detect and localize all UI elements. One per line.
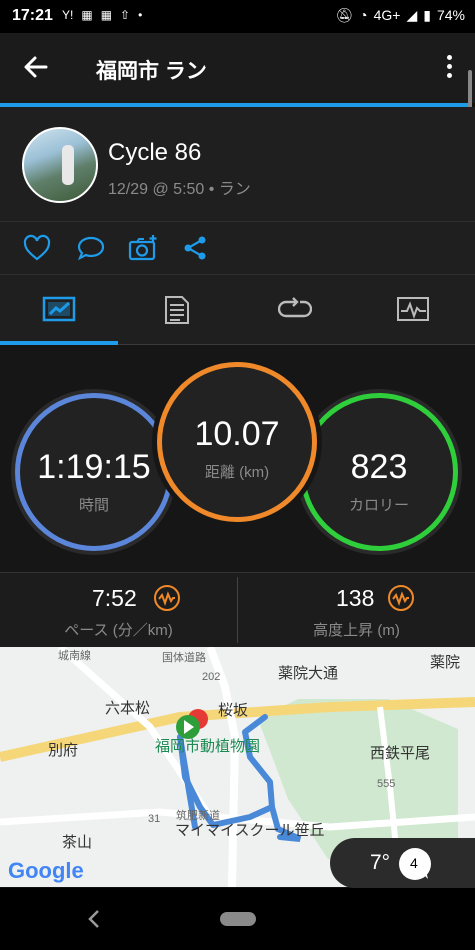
battery-icon: ▮ [423, 7, 431, 23]
distance-ring[interactable]: 10.07 距離 (km) [157, 362, 317, 522]
map-label: 薬院大通 [278, 665, 339, 682]
map-label: 薬院 [430, 654, 461, 671]
status-notifications: Y! ▦ ▦ ⇧ • [62, 8, 150, 22]
system-nav-bar [0, 888, 475, 950]
tab-bar [0, 275, 475, 345]
status-bar: 17:21 Y! ▦ ▦ ⇧ • 🔕︎ ◔ 4G+ ◢ ▮ 74% [0, 0, 475, 33]
mute-icon: 🔕︎ [335, 7, 354, 23]
pace-label: ペース (分／km) [64, 622, 173, 639]
summary-stats: 1:19:15 時間 823 カロリー 10.07 距離 (km) [0, 345, 475, 572]
y-news-icon: Y! [62, 8, 74, 22]
time-label: 時間 [78, 497, 109, 514]
comment-icon[interactable] [76, 234, 106, 262]
activity-meta: 12/29 @ 5:50 • ラン [108, 181, 251, 198]
pace-metric[interactable]: 7:52 ペース (分／km) [0, 573, 237, 647]
graph-icon [397, 297, 429, 321]
signal-icon: ◢ [406, 7, 418, 23]
map-label: 茶山 [62, 834, 93, 851]
elevation-metric[interactable]: 138 高度上昇 (m) [238, 573, 475, 647]
tab-laps[interactable] [236, 275, 354, 345]
map-label: 西鉄平尾 [370, 745, 431, 762]
laps-icon [278, 297, 312, 318]
map-label: 別府 [48, 742, 79, 759]
google-logo: Google [8, 858, 84, 883]
action-bar [0, 222, 475, 274]
map-label: 桜坂 [218, 702, 249, 719]
app-bar: 福岡市 ラン [0, 33, 475, 103]
activity-wave-icon [154, 585, 180, 611]
distance-value: 10.07 [194, 415, 280, 453]
arrow-left-icon[interactable] [22, 53, 50, 81]
weather-pill[interactable]: 7° 4 [330, 838, 475, 888]
tab-stats[interactable] [0, 275, 118, 345]
stats-chart-icon [42, 296, 76, 322]
map-label: 六本松 [105, 700, 151, 717]
elevation-label: 高度上昇 (m) [313, 622, 400, 639]
temperature: 7° [370, 851, 391, 874]
time-ring[interactable]: 1:19:15 時間 [15, 393, 173, 551]
time-value: 1:19:15 [37, 448, 151, 486]
wifi-icon: ◔ [359, 7, 368, 23]
map-road-number: 202 [202, 671, 221, 683]
avatar[interactable] [22, 127, 98, 203]
pace-value: 7:52 [92, 585, 137, 611]
upload-icon: ⇧ [120, 8, 131, 22]
activity-wave-icon [388, 585, 414, 611]
activity-header: Cycle 86 12/29 @ 5:50 • ラン [0, 107, 475, 221]
document-icon [165, 296, 189, 324]
map-road-name: 筑肥新道 [176, 810, 220, 822]
tab-graphs[interactable] [354, 275, 472, 345]
status-time: 17:21 [12, 7, 53, 24]
nav-home-button[interactable] [220, 912, 256, 926]
map-road-number: 31 [148, 813, 161, 825]
camera-add-icon[interactable] [128, 234, 158, 262]
page-title: 福岡市 ラン [96, 60, 207, 83]
elevation-value: 138 [336, 585, 375, 611]
map-label: 福岡市動植物園 [155, 738, 261, 755]
nav-back-icon[interactable] [86, 908, 102, 930]
wind-speed: 4 [410, 855, 418, 871]
calories-ring[interactable]: 823 カロリー [300, 393, 458, 551]
calories-label: カロリー [348, 497, 409, 514]
notification-icon: ▦ [81, 8, 93, 22]
calories-value: 823 [350, 448, 408, 486]
tab-details[interactable] [118, 275, 236, 345]
map-road-number: 555 [377, 778, 396, 790]
dot-icon: • [138, 8, 143, 22]
distance-label: 距離 (km) [204, 464, 270, 481]
network-type: 4G+ [373, 7, 401, 23]
map-road-name: 国体道路 [162, 652, 206, 664]
share-icon[interactable] [182, 234, 212, 262]
notification-icon: ▦ [100, 8, 113, 22]
battery-level: 74% [436, 7, 465, 23]
activity-name: Cycle 86 [108, 139, 202, 166]
more-vertical-icon[interactable] [441, 55, 457, 83]
secondary-metrics: 7:52 ペース (分／km) 138 高度上昇 (m) [0, 572, 475, 647]
heart-icon[interactable] [22, 234, 52, 262]
map-road-name: 城南線 [58, 650, 91, 662]
status-right: 🔕︎ ◔ 4G+ ◢ ▮ 74% [329, 7, 465, 24]
